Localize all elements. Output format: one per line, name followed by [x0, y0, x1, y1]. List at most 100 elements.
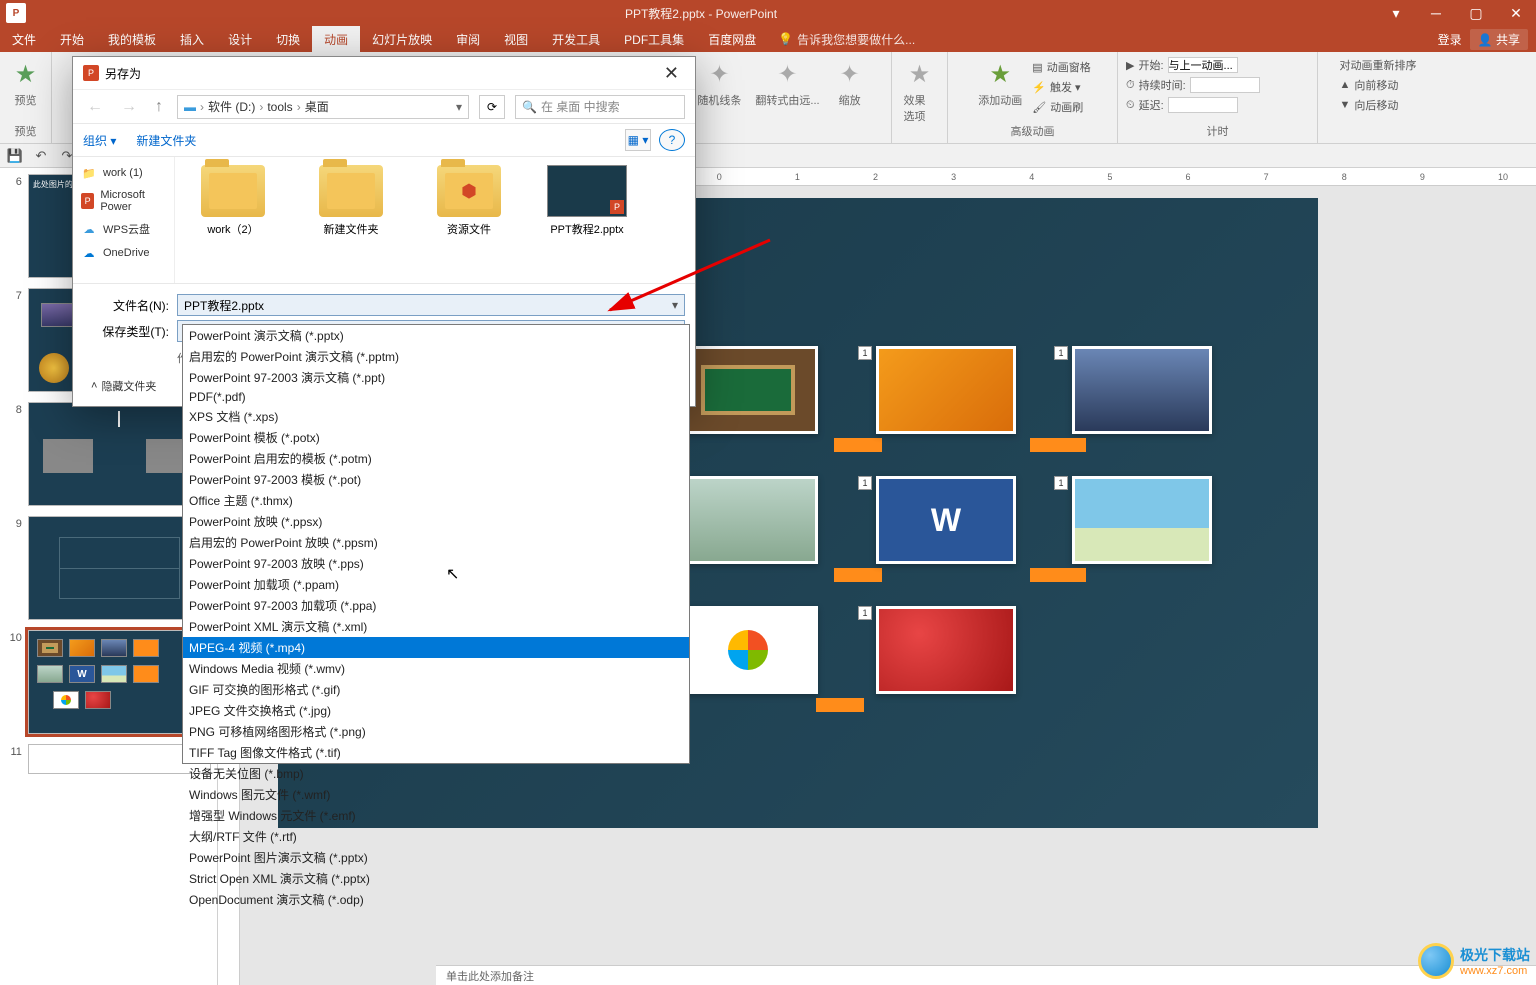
login-button[interactable]: 登录 [1438, 31, 1462, 48]
animation-pane-button[interactable]: ▤动画窗格 [1032, 58, 1090, 76]
filetype-option[interactable]: PowerPoint 模板 (*.potx) [183, 427, 689, 448]
filetype-option[interactable]: PowerPoint 演示文稿 (*.pptx) [183, 325, 689, 346]
refresh-button[interactable]: ⟳ [479, 95, 505, 119]
tab-review[interactable]: 审阅 [444, 26, 492, 52]
anim-badge[interactable]: 1 [858, 476, 872, 490]
filetype-option[interactable]: PowerPoint 启用宏的模板 (*.potm) [183, 448, 689, 469]
chevron-down-icon[interactable]: ▾ [672, 298, 678, 312]
tab-mytemplates[interactable]: 我的模板 [96, 26, 168, 52]
tab-design[interactable]: 设计 [216, 26, 264, 52]
filetype-option[interactable]: 启用宏的 PowerPoint 演示文稿 (*.pptm) [183, 346, 689, 367]
filetype-option[interactable]: PowerPoint 图片演示文稿 (*.pptx) [183, 847, 689, 868]
dialog-file-list[interactable]: work（2） 新建文件夹 ⬢资源文件 PPPT教程2.pptx [175, 157, 695, 283]
tab-file[interactable]: 文件 [0, 26, 48, 52]
sidebar-item[interactable]: ☁OneDrive [73, 241, 174, 265]
tab-developer[interactable]: 开发工具 [540, 26, 612, 52]
tab-home[interactable]: 开始 [48, 26, 96, 52]
nav-back-button[interactable]: ← [83, 98, 107, 116]
close-button[interactable]: ✕ [1496, 0, 1536, 26]
slide-image[interactable]: W [876, 476, 1016, 564]
filetype-option[interactable]: PDF(*.pdf) [183, 388, 689, 406]
filetype-option[interactable]: PNG 可移植网络图形格式 (*.png) [183, 721, 689, 742]
filetype-option[interactable]: PowerPoint 97-2003 演示文稿 (*.ppt) [183, 367, 689, 388]
slide-image[interactable] [876, 606, 1016, 694]
sidebar-item[interactable]: 📁work (1) [73, 161, 174, 185]
view-mode-button[interactable]: ▦ ▾ [625, 129, 651, 151]
move-earlier-button[interactable]: ▲向前移动 [1340, 76, 1417, 94]
filetype-option[interactable]: 增强型 Windows 元文件 (*.emf) [183, 805, 689, 826]
filetype-option[interactable]: MPEG-4 视频 (*.mp4) [183, 637, 689, 658]
delay-input[interactable] [1168, 97, 1238, 113]
breadcrumb-path[interactable]: ▬ › 软件 (D:)› tools› 桌面 ▾ [177, 95, 469, 119]
filetype-option[interactable]: PowerPoint 97-2003 模板 (*.pot) [183, 469, 689, 490]
filename-input[interactable]: PPT教程2.pptx▾ [177, 294, 685, 316]
sidebar-item[interactable]: PMicrosoft Power [73, 185, 174, 217]
filetype-option[interactable]: Office 主题 (*.thmx) [183, 490, 689, 511]
qat-save-button[interactable]: 💾 [6, 147, 24, 165]
filetype-option[interactable]: PowerPoint 放映 (*.ppsx) [183, 511, 689, 532]
trigger-button[interactable]: ⚡触发 ▾ [1032, 78, 1090, 96]
share-button[interactable]: 👤 共享 [1470, 29, 1528, 50]
move-later-button[interactable]: ▼向后移动 [1340, 96, 1417, 114]
maximize-button[interactable]: ▢ [1456, 0, 1496, 26]
filetype-option[interactable]: 设备无关位图 (*.bmp) [183, 763, 689, 784]
filetype-option[interactable]: PowerPoint 97-2003 放映 (*.pps) [183, 553, 689, 574]
tab-insert[interactable]: 插入 [168, 26, 216, 52]
minimize-button[interactable]: ─ [1416, 0, 1456, 26]
anim-badge[interactable]: 1 [1054, 476, 1068, 490]
anim-badge[interactable]: 1 [858, 346, 872, 360]
file-item[interactable]: PPPT教程2.pptx [537, 165, 637, 275]
effect-random-lines[interactable]: ✦随机线条 [693, 56, 745, 110]
anim-badge[interactable]: 1 [858, 606, 872, 620]
qat-undo-button[interactable]: ↶ [32, 147, 50, 165]
filetype-option[interactable]: JPEG 文件交换格式 (*.jpg) [183, 700, 689, 721]
filetype-option[interactable]: Windows Media 视频 (*.wmv) [183, 658, 689, 679]
nav-up-button[interactable]: ↑ [151, 98, 167, 116]
search-box[interactable]: 🔍 在 桌面 中搜索 [515, 95, 685, 119]
tab-view[interactable]: 视图 [492, 26, 540, 52]
filetype-option[interactable]: Windows 图元文件 (*.wmf) [183, 784, 689, 805]
filetype-option[interactable]: PowerPoint 加载项 (*.ppam) [183, 574, 689, 595]
new-folder-button[interactable]: 新建文件夹 [136, 132, 196, 149]
effect-options-button[interactable]: ★效果选项 [900, 56, 940, 126]
dialog-close-button[interactable]: ✕ [658, 63, 685, 84]
filetype-option[interactable]: PowerPoint XML 演示文稿 (*.xml) [183, 616, 689, 637]
duration-input[interactable] [1190, 77, 1260, 93]
filetype-option[interactable]: 启用宏的 PowerPoint 放映 (*.ppsm) [183, 532, 689, 553]
ribbon-options-icon[interactable]: ▾ [1376, 0, 1416, 26]
slide-image[interactable] [1072, 476, 1212, 564]
filetype-dropdown[interactable]: PowerPoint 演示文稿 (*.pptx)启用宏的 PowerPoint … [182, 324, 690, 764]
effect-flip[interactable]: ✦翻转式由远... [751, 56, 823, 110]
slide-image[interactable] [678, 476, 818, 564]
slide-image[interactable] [1072, 346, 1212, 434]
nav-forward-button[interactable]: → [117, 98, 141, 116]
effect-zoom[interactable]: ✦缩放 [830, 56, 870, 110]
filetype-option[interactable]: PowerPoint 97-2003 加载项 (*.ppa) [183, 595, 689, 616]
file-item[interactable]: 新建文件夹 [301, 165, 401, 275]
filetype-option[interactable]: GIF 可交换的图形格式 (*.gif) [183, 679, 689, 700]
chevron-down-icon[interactable]: ▾ [456, 100, 462, 114]
tab-slideshow[interactable]: 幻灯片放映 [360, 26, 444, 52]
add-animation-button[interactable]: ★添加动画 [974, 56, 1026, 116]
start-combo[interactable] [1168, 57, 1238, 73]
tab-animations[interactable]: 动画 [312, 26, 360, 52]
slide-image[interactable] [678, 346, 818, 434]
slide-image[interactable] [876, 346, 1016, 434]
organize-button[interactable]: 组织 ▾ [83, 132, 116, 149]
animation-painter-button[interactable]: 🖌动画刷 [1032, 98, 1090, 116]
filetype-option[interactable]: TIFF Tag 图像文件格式 (*.tif) [183, 742, 689, 763]
notes-placeholder[interactable]: 单击此处添加备注 [436, 965, 1536, 985]
filetype-option[interactable]: 大纲/RTF 文件 (*.rtf) [183, 826, 689, 847]
tell-me-search[interactable]: 💡 告诉我您想要做什么... [768, 31, 925, 48]
filetype-option[interactable]: XPS 文档 (*.xps) [183, 406, 689, 427]
preview-button[interactable]: ★ 预览 [6, 56, 46, 110]
help-button[interactable]: ? [659, 129, 685, 151]
slide-image[interactable] [678, 606, 818, 694]
file-item[interactable]: work（2） [183, 165, 283, 275]
sidebar-item[interactable]: ☁WPS云盘 [73, 217, 174, 241]
tab-baidupan[interactable]: 百度网盘 [696, 26, 768, 52]
tab-transitions[interactable]: 切换 [264, 26, 312, 52]
filetype-option[interactable]: OpenDocument 演示文稿 (*.odp) [183, 889, 689, 910]
filetype-option[interactable]: Strict Open XML 演示文稿 (*.pptx) [183, 868, 689, 889]
anim-badge[interactable]: 1 [1054, 346, 1068, 360]
